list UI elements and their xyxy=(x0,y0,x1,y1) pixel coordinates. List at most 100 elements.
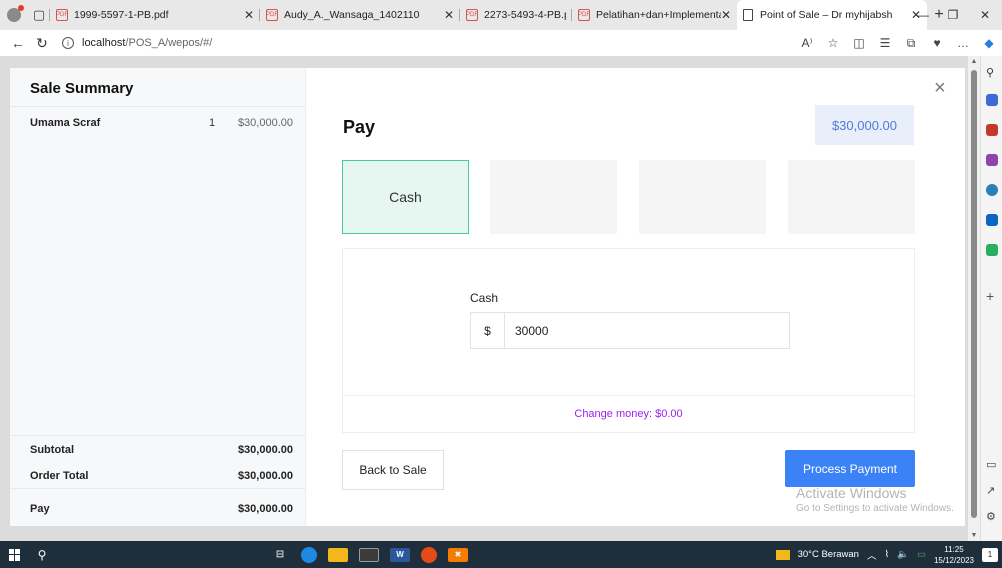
item-name: Umama Scraf xyxy=(30,117,101,129)
pay-title: Pay xyxy=(343,117,376,137)
collections-icon[interactable]: ⧉ xyxy=(898,36,924,51)
subtotal-label: Subtotal xyxy=(30,444,74,456)
scroll-down-icon[interactable]: ▼ xyxy=(968,532,980,539)
browser-tab[interactable]: PDF 2273-5493-4-PB.pdf xyxy=(459,0,572,30)
profile-icon[interactable] xyxy=(0,0,28,30)
payment-modal: Sale Summary Umama Scraf 1 $30,000.00 Su… xyxy=(10,68,965,526)
page-scrollbar[interactable]: ▲ ▼ xyxy=(968,56,980,541)
pdf-icon: PDF xyxy=(466,9,478,21)
tag-icon[interactable] xyxy=(986,94,998,106)
tab-separator xyxy=(259,9,260,21)
read-aloud-icon[interactable]: A⁾ xyxy=(794,36,820,50)
divider xyxy=(10,435,306,436)
windows-taskbar: ⚲ ⊟ W ✖ 30°C Berawan ︿ ⌇ 🔈 ▭ 11:25 15/12… xyxy=(0,541,1002,568)
browser-tab[interactable]: PDF Pelatihan+dan+Implementa ✕ xyxy=(571,0,737,30)
taskbar-apps: ⊟ W ✖ xyxy=(270,541,479,568)
change-money-text: Change money: $0.00 xyxy=(342,395,915,433)
payment-method-option[interactable] xyxy=(788,160,915,234)
payment-method-option[interactable] xyxy=(490,160,617,234)
scroll-thumb[interactable] xyxy=(971,70,977,518)
payment-method-option[interactable] xyxy=(639,160,766,234)
favorites-icon[interactable]: ☰ xyxy=(872,36,898,50)
taskbar-clock[interactable]: 11:25 15/12/2023 xyxy=(934,544,974,566)
send-icon[interactable] xyxy=(986,244,998,256)
tab-separator xyxy=(459,9,460,21)
order-total-label: Order Total xyxy=(30,470,89,482)
more-menu-icon[interactable]: … xyxy=(950,36,976,50)
clock-time: 11:25 xyxy=(944,544,964,554)
url-host: localhost xyxy=(82,37,126,49)
tools-icon[interactable] xyxy=(986,124,998,136)
tab-title: 2273-5493-4-PB.pdf xyxy=(484,9,566,21)
settings-gear-icon[interactable]: ⚙ xyxy=(986,510,998,523)
circle-app-icon[interactable] xyxy=(986,184,998,196)
close-tab-icon[interactable]: ✕ xyxy=(244,8,254,22)
file-explorer-icon[interactable] xyxy=(328,547,348,562)
start-button[interactable] xyxy=(0,548,30,561)
favorite-star-icon[interactable]: ☆ xyxy=(820,36,846,50)
browser-toolbar-icons: A⁾ ☆ ◫ ☰ ⧉ ♥ … ◆ xyxy=(794,30,1002,56)
url-field[interactable]: i localhost/POS_A/wepos/#/ xyxy=(62,37,212,49)
sale-summary-title: Sale Summary xyxy=(30,80,134,97)
close-window-icon[interactable]: ✕ xyxy=(970,0,1000,30)
item-price: $30,000.00 xyxy=(237,117,293,129)
network-icon[interactable]: ⌇ xyxy=(884,549,889,560)
scroll-up-icon[interactable]: ▲ xyxy=(968,58,980,65)
edge-sidebar: ⚲ + ▭ ↗ ⚙ xyxy=(980,56,1002,541)
back-to-sale-button[interactable]: Back to Sale xyxy=(342,450,444,490)
outlook-icon[interactable] xyxy=(986,214,998,226)
close-tab-icon[interactable]: ✕ xyxy=(444,8,454,22)
item-quantity: 1 xyxy=(209,117,216,129)
refresh-icon[interactable]: ↻ xyxy=(30,35,54,52)
watermark-subtitle: Go to Settings to activate Windows. xyxy=(796,503,954,514)
payment-method-cash[interactable]: Cash xyxy=(342,160,469,234)
weather-icon xyxy=(775,549,790,560)
add-icon[interactable]: + xyxy=(986,288,998,304)
xampp-icon[interactable]: ✖ xyxy=(448,547,468,562)
edge-browser-icon[interactable] xyxy=(301,546,317,563)
battery-icon[interactable]: ▭ xyxy=(917,549,926,560)
windows-logo-icon xyxy=(9,548,21,561)
task-view-icon[interactable]: ⊟ xyxy=(270,548,290,562)
browser-tab-active[interactable]: Point of Sale – Dr myhijabsh ✕ xyxy=(737,0,927,30)
restore-icon[interactable]: ❐ xyxy=(938,0,968,30)
external-link-icon[interactable]: ↗ xyxy=(986,484,998,497)
browser-tab[interactable]: PDF Audy_A._Wansaga_1402110 ✕ xyxy=(259,0,460,30)
close-tab-icon[interactable]: ✕ xyxy=(721,8,731,22)
tab-actions-icon[interactable]: ▢ xyxy=(28,0,50,30)
people-icon[interactable] xyxy=(986,154,998,166)
search-icon[interactable]: ⚲ xyxy=(986,66,998,79)
divider xyxy=(10,488,306,489)
chrome-icon[interactable] xyxy=(421,546,437,563)
copilot-icon[interactable]: ◆ xyxy=(976,36,1002,50)
weather-text[interactable]: 30°C Berawan xyxy=(798,549,859,560)
cash-amount-input[interactable] xyxy=(505,313,789,348)
close-modal-icon[interactable]: × xyxy=(934,78,946,98)
system-tray: 30°C Berawan ︿ ⌇ 🔈 ▭ 11:25 15/12/2023 1 xyxy=(775,541,1002,568)
back-arrow-icon[interactable]: ← xyxy=(6,35,30,51)
process-payment-button[interactable]: Process Payment xyxy=(785,450,915,487)
tab-title: Point of Sale – Dr myhijabsh xyxy=(760,9,893,21)
minimize-icon[interactable]: — xyxy=(908,0,938,30)
screen-icon[interactable]: ▭ xyxy=(986,458,998,471)
page-icon xyxy=(743,9,753,21)
browser-tab[interactable]: PDF 1999-5597-1-PB.pdf ✕ xyxy=(49,0,260,30)
cash-amount-field: $ xyxy=(470,312,790,349)
tray-chevron-icon[interactable]: ︿ xyxy=(867,548,877,562)
currency-symbol: $ xyxy=(471,313,505,348)
tab-title: 1999-5597-1-PB.pdf xyxy=(74,9,169,21)
sale-summary-panel: Sale Summary Umama Scraf 1 $30,000.00 Su… xyxy=(10,68,306,526)
divider xyxy=(10,106,306,107)
word-icon[interactable]: W xyxy=(390,547,410,562)
info-icon[interactable]: i xyxy=(62,37,74,49)
search-icon[interactable]: ⚲ xyxy=(30,548,54,562)
notification-icon[interactable]: 1 xyxy=(982,547,998,562)
split-screen-icon[interactable]: ◫ xyxy=(846,36,872,50)
tab-separator xyxy=(49,9,50,21)
terminal-icon[interactable] xyxy=(359,547,379,562)
volume-icon[interactable]: 🔈 xyxy=(897,549,909,560)
pay-total-value: $30,000.00 xyxy=(237,503,293,515)
pdf-icon: PDF xyxy=(56,9,68,21)
extensions-icon[interactable]: ♥ xyxy=(924,36,950,50)
pay-amount-badge: $30,000.00 xyxy=(815,105,914,145)
